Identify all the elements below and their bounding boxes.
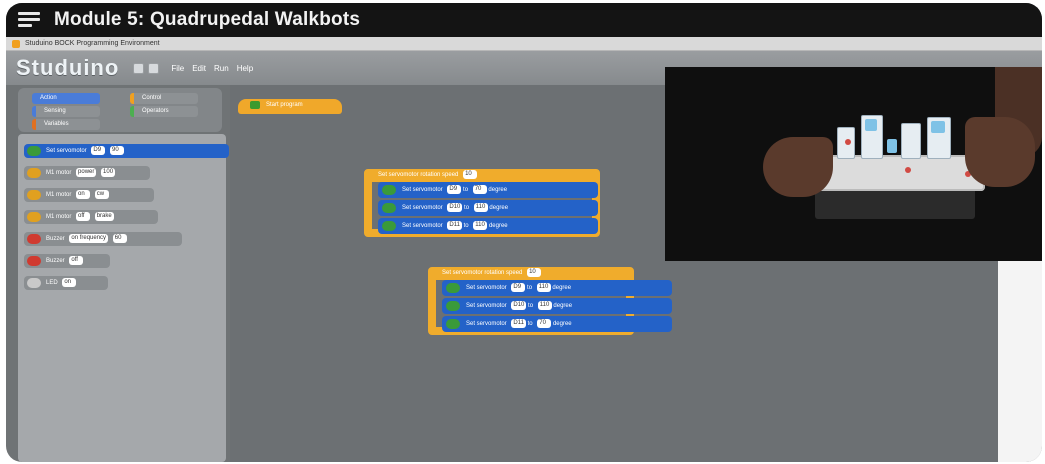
menu-help[interactable]: Help <box>237 64 253 73</box>
palette-block-led[interactable]: LED on <box>24 276 108 290</box>
category-operators[interactable]: Operators <box>130 106 198 117</box>
robot-video-overlay[interactable] <box>665 67 1042 261</box>
loop-2-speed-slot[interactable]: 10 <box>527 268 542 277</box>
presenter-left-hand <box>763 137 833 197</box>
robot-led <box>905 167 911 173</box>
palette-block-motor-power[interactable]: M1 motor power 100 <box>24 166 150 180</box>
servo-block[interactable]: Set servomotor D11 to 70 degree <box>442 316 672 332</box>
category-action[interactable]: Action <box>32 93 100 104</box>
robot-servo-part <box>901 123 921 159</box>
window-caption: Studuino BOCK Programming Environment <box>6 37 1042 51</box>
menu-run[interactable]: Run <box>214 64 229 73</box>
category-control[interactable]: Control <box>130 93 198 104</box>
loop-1-speed-slot[interactable]: 10 <box>463 170 478 179</box>
video-title-bar: Module 5: Quadrupedal Walkbots <box>6 3 1042 37</box>
brand-logo: Studuino <box>16 55 120 80</box>
servo-block[interactable]: Set servomotor D9 to 110 degree <box>442 280 672 296</box>
palette-block-buzzer-off[interactable]: Buzzer off <box>24 254 110 268</box>
playlist-menu-icon[interactable] <box>18 12 40 28</box>
category-panel: Action Control Sensing Operators Variabl… <box>18 88 222 132</box>
palette-block-motor-on[interactable]: M1 motor on cw <box>24 188 154 202</box>
robot-blue-part <box>887 139 897 153</box>
palette-block-servo[interactable]: Set servomotor D9 90 <box>24 144 229 158</box>
menu-edit[interactable]: Edit <box>192 64 206 73</box>
servo-block[interactable]: Set servomotor D11 to 110 degree <box>378 218 598 234</box>
save-file-icon[interactable] <box>148 62 160 74</box>
rotation-loop-2[interactable]: Set servomotor rotation speed 10 Set ser… <box>428 267 672 335</box>
video-title: Module 5: Quadrupedal Walkbots <box>54 9 361 30</box>
block-palette: Set servomotor D9 90 M1 motor power 100 … <box>18 134 229 462</box>
palette-block-motor-off[interactable]: M1 motor off brake <box>24 210 158 224</box>
window-caption-text: Studuino BOCK Programming Environment <box>25 40 160 47</box>
rotation-loop-1[interactable]: Set servomotor rotation speed 10 Set ser… <box>364 169 600 237</box>
category-variables[interactable]: Variables <box>32 119 100 130</box>
servo-block[interactable]: Set servomotor D9 to 70 degree <box>378 182 598 198</box>
servo-block[interactable]: Set servomotor D10 to 110 degree <box>442 298 672 314</box>
robot-blue-part <box>865 119 877 131</box>
green-flag-icon <box>250 101 260 109</box>
robot-led <box>845 139 851 145</box>
robot-blue-part <box>931 121 945 133</box>
video-frame[interactable]: Module 5: Quadrupedal Walkbots Studuino … <box>6 3 1042 462</box>
menu-file[interactable]: File <box>171 64 184 73</box>
start-program-block[interactable]: Start program <box>238 99 342 114</box>
app-icon <box>12 39 20 48</box>
servo-block[interactable]: Set servomotor D10 to 110 degree <box>378 200 598 216</box>
open-file-icon[interactable] <box>133 62 145 74</box>
palette-block-buzzer-on[interactable]: Buzzer on frequency 60 <box>24 232 182 246</box>
presenter-right-hand <box>965 117 1035 187</box>
category-sensing[interactable]: Sensing <box>32 106 100 117</box>
